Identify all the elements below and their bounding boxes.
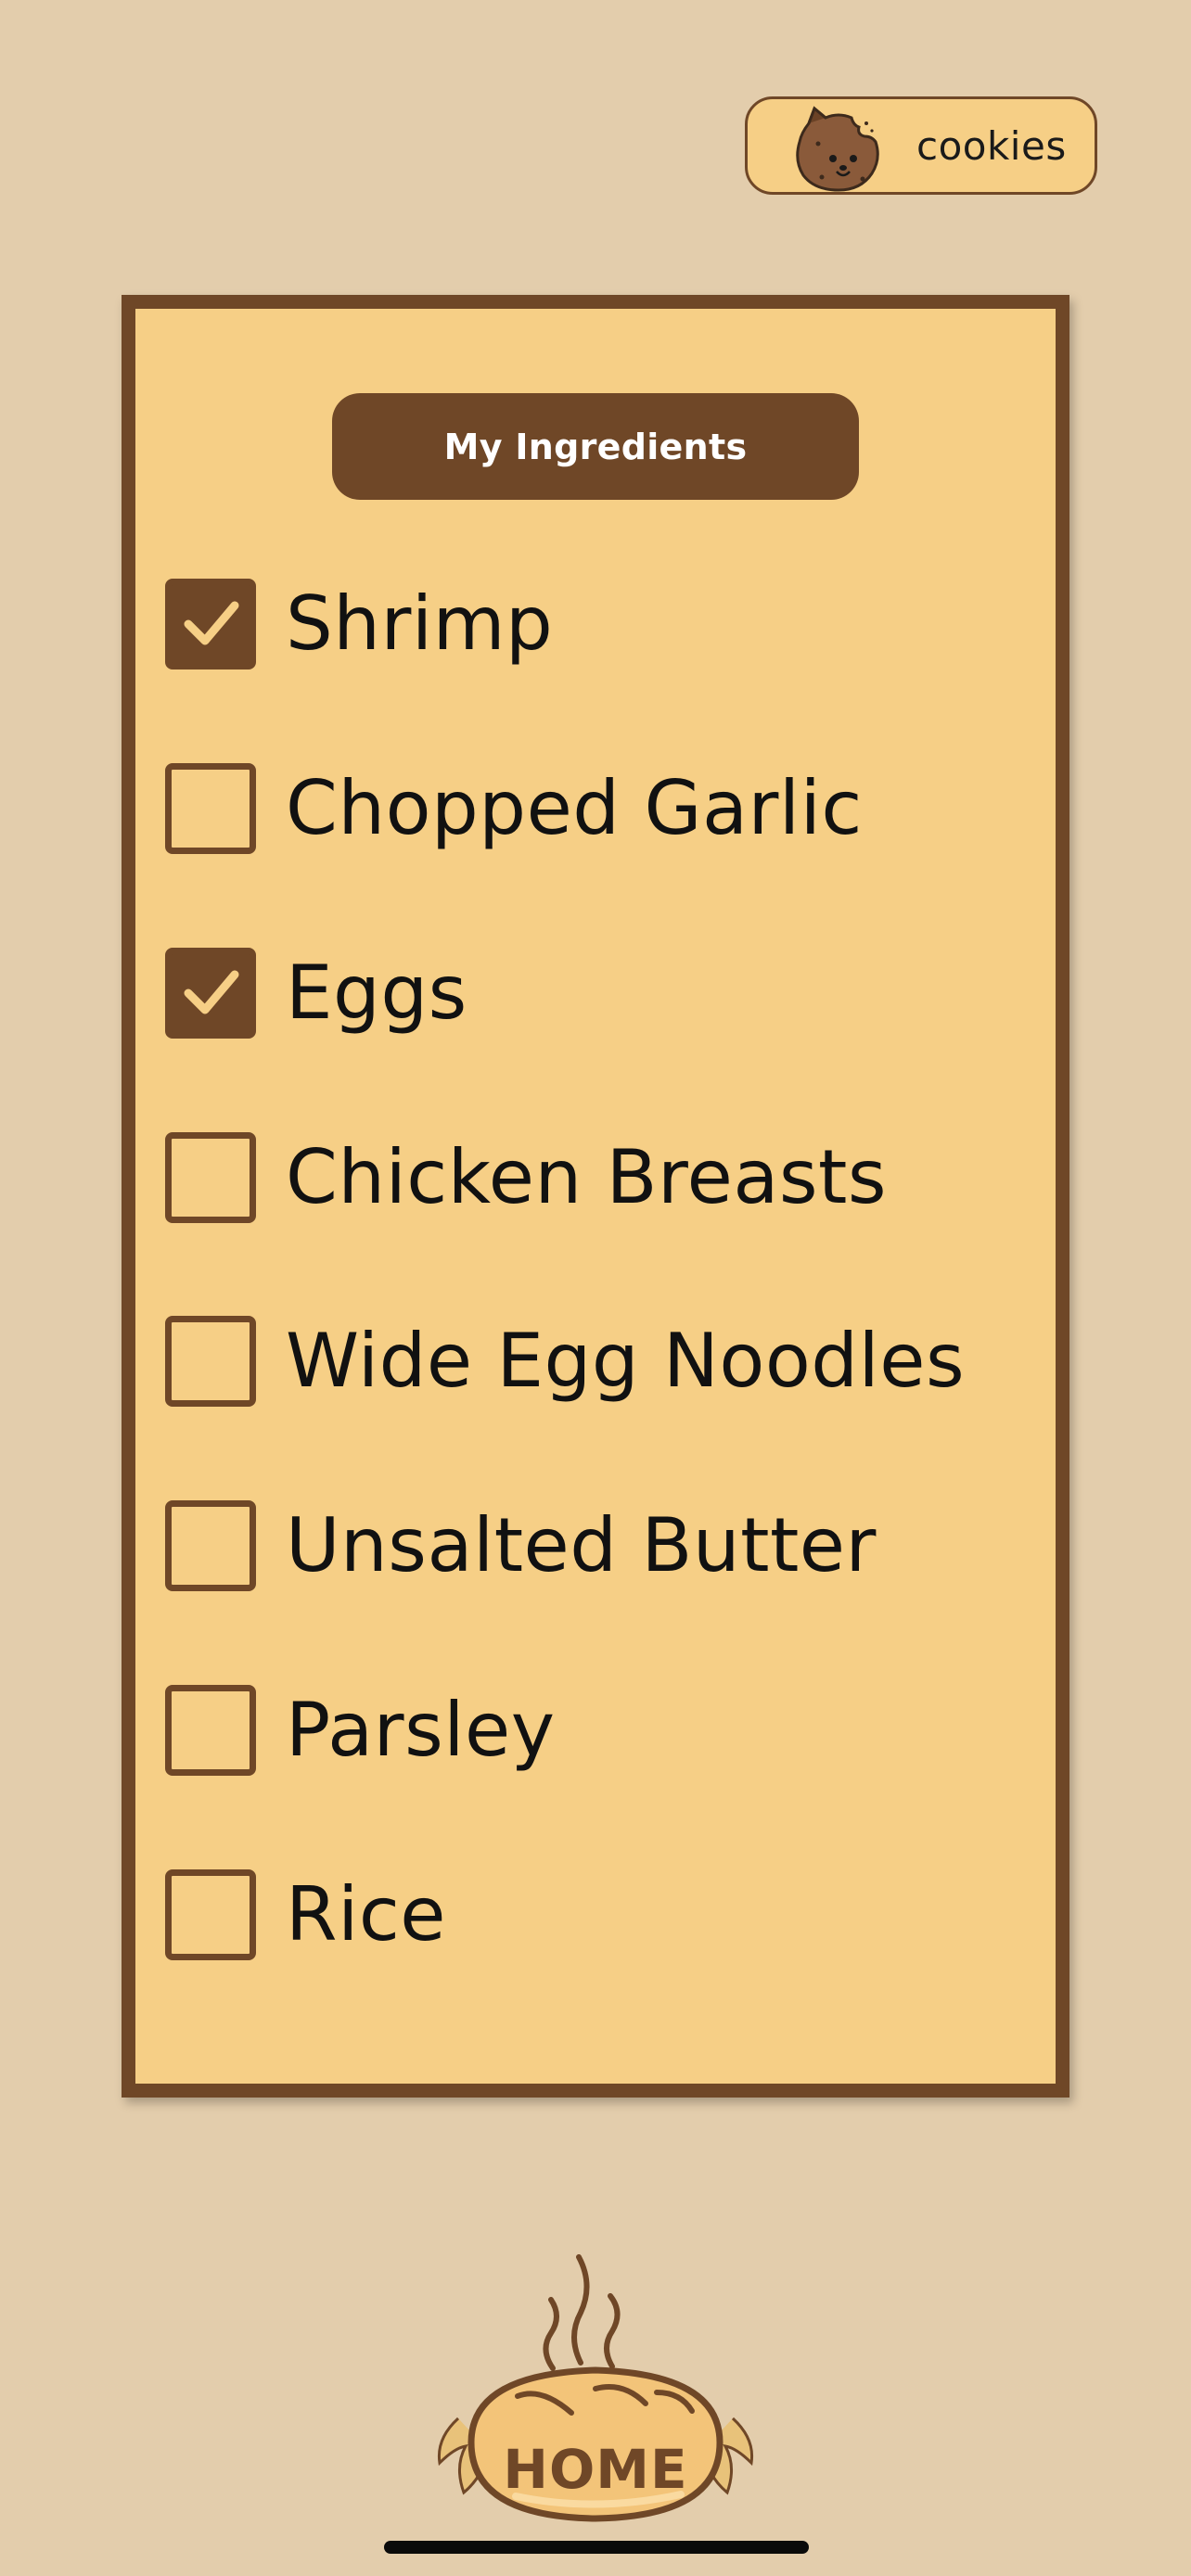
ingredient-row[interactable]: Eggs [165, 947, 1018, 1039]
cookie-monster-icon [796, 106, 879, 192]
ingredient-label: Rice [286, 1871, 447, 1958]
ingredient-row[interactable]: Wide Egg Noodles [165, 1315, 1018, 1408]
ingredient-label: Chicken Breasts [286, 1134, 888, 1220]
card-title: My Ingredients [332, 393, 859, 500]
checkbox[interactable] [165, 948, 256, 1039]
checkbox[interactable] [165, 1500, 256, 1591]
home-button[interactable]: HOME [414, 2248, 777, 2526]
ingredient-label: Parsley [286, 1687, 556, 1773]
checkbox[interactable] [165, 763, 256, 854]
ingredient-row[interactable]: Chopped Garlic [165, 762, 1018, 855]
checkbox[interactable] [165, 1132, 256, 1223]
ingredient-label: Wide Egg Noodles [286, 1318, 966, 1404]
ingredient-label: Unsalted Butter [286, 1502, 877, 1588]
ingredient-row[interactable]: Unsalted Butter [165, 1499, 1018, 1592]
cookies-label: cookies [916, 122, 1067, 169]
checkmark-icon [184, 601, 239, 645]
home-label: HOME [503, 2438, 688, 2501]
ingredient-row[interactable]: Chicken Breasts [165, 1131, 1018, 1224]
checkbox[interactable] [165, 579, 256, 670]
checkmark-icon [184, 970, 239, 1014]
ingredient-row[interactable]: Parsley [165, 1684, 1018, 1777]
checkbox[interactable] [165, 1869, 256, 1960]
ingredient-row[interactable]: Rice [165, 1868, 1018, 1961]
home-indicator[interactable] [384, 2541, 809, 2554]
checkbox[interactable] [165, 1316, 256, 1407]
ingredient-label: Chopped Garlic [286, 765, 863, 851]
cookies-button[interactable]: cookies [745, 96, 1097, 195]
ingredient-label: Eggs [286, 950, 467, 1036]
checkbox[interactable] [165, 1685, 256, 1776]
ingredient-row[interactable]: Shrimp [165, 578, 1018, 670]
ingredient-label: Shrimp [286, 580, 554, 667]
